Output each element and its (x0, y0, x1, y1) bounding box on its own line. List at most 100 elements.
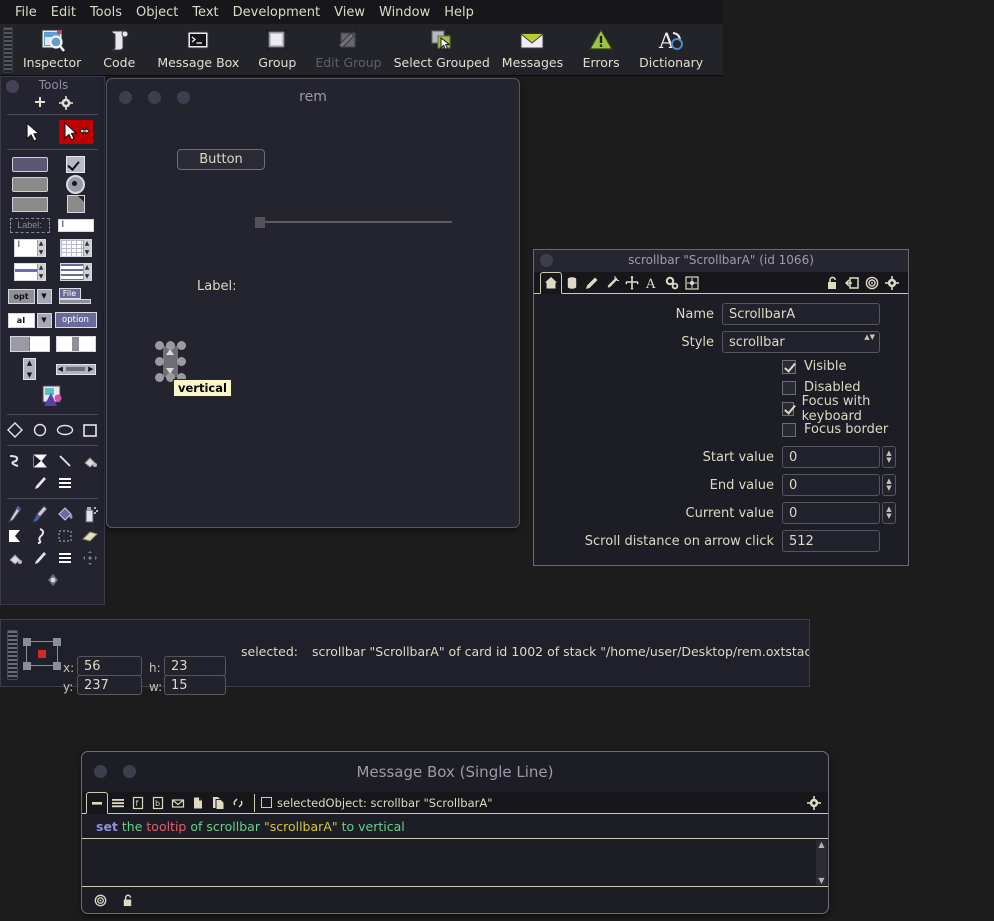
tool-oval[interactable] (55, 420, 76, 440)
tool-eraser[interactable] (80, 526, 101, 546)
selection-handle-tc[interactable] (166, 341, 175, 350)
selection-handle-ml[interactable] (155, 357, 164, 366)
msgbox-tab-page[interactable] (188, 793, 208, 813)
current-value-input[interactable]: 0 (782, 502, 880, 524)
start-value-stepper[interactable]: ▲ ▼ (882, 446, 896, 468)
tool-progress-bar[interactable] (9, 333, 51, 355)
stack-titlebar[interactable]: rem (107, 79, 519, 117)
inspector-tab-size[interactable] (682, 273, 702, 293)
inspector-lock-button[interactable] (822, 273, 842, 293)
toolbar-button-dictionary[interactable]: A Dictionary (633, 24, 709, 74)
inspector-tab-contents[interactable] (562, 273, 582, 293)
stack-slider[interactable] (255, 217, 452, 228)
tool-bucket-shape[interactable] (5, 526, 26, 546)
anchor-point-selector[interactable] (23, 638, 61, 670)
tool-rect-button[interactable] (9, 175, 51, 193)
msgbox-tab-copy-page[interactable] (208, 793, 228, 813)
toolbar-button-select-grouped[interactable]: Select Grouped (388, 24, 496, 74)
inspector-export-button[interactable] (842, 273, 862, 293)
tool-pointer[interactable] (13, 120, 55, 144)
inspector-tab-icons[interactable] (582, 273, 602, 293)
inspector-checkbox-focus-border[interactable]: Focus border (534, 419, 908, 440)
add-tool-icon[interactable] (33, 96, 47, 110)
inspector-checkbox-visible[interactable]: Visible (534, 356, 908, 377)
tool-color-picker[interactable] (1, 570, 104, 590)
tool-splitter[interactable] (55, 333, 97, 355)
tool-option-menu[interactable]: opt ▼ (7, 285, 52, 307)
msgbox-tab-front-script[interactable]: f (128, 793, 148, 813)
inspector-tab-basic[interactable] (540, 272, 562, 294)
stack-scrollbar-selected[interactable]: vertical (155, 341, 232, 397)
msgbox-tab-multi-line[interactable] (108, 793, 128, 813)
tool-paint-brush[interactable] (30, 504, 51, 524)
tool-circle[interactable] (30, 420, 51, 440)
inspector-tab-position[interactable] (622, 273, 642, 293)
msgbox-tab-link[interactable] (228, 793, 248, 813)
toolbar-button-errors[interactable]: Errors (569, 24, 633, 74)
toolbar-button-messages[interactable]: Messages (496, 24, 569, 74)
tool-option-list[interactable]: ▲ ▼ (55, 261, 97, 283)
toolbar-button-group[interactable]: Group (245, 24, 309, 74)
tool-lasso[interactable] (30, 526, 51, 546)
current-value-stepper[interactable]: ▲ ▼ (882, 502, 896, 524)
msgbox-gear-button[interactable] (804, 793, 824, 813)
end-value-stepper[interactable]: ▲ ▼ (882, 474, 896, 496)
tool-rectangle[interactable] (80, 420, 101, 440)
tool-rect-plain[interactable] (9, 195, 51, 213)
tool-line-style[interactable] (30, 473, 51, 493)
tool-combo-box[interactable]: aI ▼ (7, 309, 52, 331)
tool-paint-pattern[interactable] (55, 548, 76, 568)
tool-curve[interactable] (5, 451, 26, 471)
tool-paint-fill-style[interactable] (5, 548, 26, 568)
tool-polygon[interactable] (5, 420, 26, 440)
inspector-checkbox-focus-keyboard[interactable]: Focus with keyboard (534, 394, 908, 424)
y-input[interactable]: 237 (77, 675, 142, 695)
tool-label-field[interactable]: Label: (9, 215, 51, 235)
disabled-checkbox[interactable] (782, 380, 796, 395)
tool-pattern[interactable] (55, 473, 76, 493)
tool-pulldown-menu[interactable]: File (55, 285, 97, 307)
toolbar-button-edit-group[interactable]: Edit Group (309, 24, 387, 74)
menu-item-text[interactable]: Text (185, 3, 225, 22)
menu-item-window[interactable]: Window (372, 3, 437, 22)
gear-icon[interactable] (58, 96, 73, 110)
tool-option-button[interactable]: option (54, 309, 97, 331)
tool-move-points[interactable] (80, 548, 101, 568)
tool-radio-button[interactable] (55, 174, 97, 194)
menu-item-tools[interactable]: Tools (83, 3, 129, 22)
msgbox-selected-object[interactable]: selectedObject: scrollbar "ScrollbarA" (261, 796, 493, 810)
toolbar-button-inspector[interactable]: Inspector (17, 24, 87, 74)
tool-bucket[interactable] (55, 504, 76, 524)
tool-paint-line-style[interactable] (30, 548, 51, 568)
stack-button[interactable]: Button (177, 149, 265, 170)
start-value-input[interactable]: 0 (782, 446, 880, 468)
tool-push-button[interactable] (9, 155, 51, 173)
menu-item-object[interactable]: Object (129, 3, 185, 22)
tool-pencil[interactable] (5, 504, 26, 524)
style-stepper[interactable]: ▲▼ (864, 333, 875, 341)
msgbox-output-area[interactable]: ▲ ▼ (82, 839, 828, 887)
menu-item-view[interactable]: View (327, 3, 372, 22)
selection-handle-tl[interactable] (155, 341, 164, 350)
style-select[interactable]: scrollbar ▲▼ (722, 331, 880, 353)
inspector-tab-custom[interactable] (662, 273, 682, 293)
menu-item-file[interactable]: File (8, 3, 44, 22)
toolbar-drag-grip[interactable] (3, 27, 13, 73)
focus-keyboard-checkbox[interactable] (782, 401, 794, 416)
tool-vertical-scrollbar[interactable]: ▲ ▼ (9, 357, 51, 381)
tool-horizontal-scrollbar[interactable]: ◀ ▶ (55, 357, 97, 381)
name-input[interactable]: ScrollbarA (722, 303, 880, 325)
menu-item-development[interactable]: Development (226, 3, 328, 22)
visible-checkbox[interactable] (782, 359, 796, 374)
tool-image-widget[interactable] (8, 383, 98, 409)
inspector-target-button[interactable] (862, 273, 882, 293)
inspector-tab-text[interactable]: A (642, 273, 662, 293)
tool-browse[interactable] (58, 120, 93, 144)
menu-item-edit[interactable]: Edit (44, 3, 83, 22)
inspector-tab-colors[interactable] (602, 273, 622, 293)
menu-item-help[interactable]: Help (437, 3, 481, 22)
toolbar-button-message-box[interactable]: Message Box (151, 24, 245, 74)
focus-border-checkbox[interactable] (782, 422, 796, 437)
tool-list-field[interactable]: ▲ ▼ (9, 261, 51, 283)
selection-handle-mr[interactable] (177, 357, 186, 366)
